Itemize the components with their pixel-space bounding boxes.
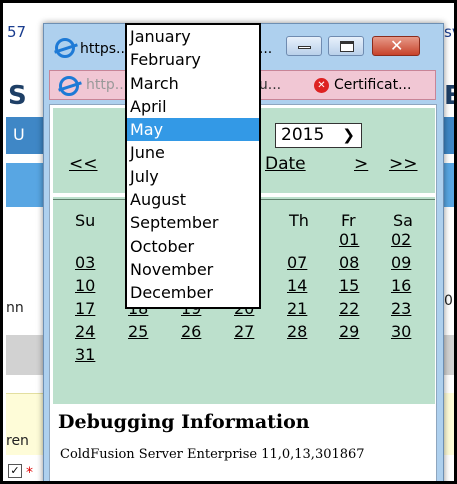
year-select-value: 2015 [281, 125, 325, 145]
today-date-link[interactable]: Date [265, 154, 306, 174]
background-heading-fragment: S [8, 81, 27, 111]
calendar-day[interactable]: 21 [287, 299, 307, 318]
background-label-fragment: 0 [444, 293, 453, 309]
calendar-day[interactable]: 28 [287, 322, 307, 341]
month-option[interactable]: October [127, 235, 259, 258]
background-label-fragment: ren [6, 433, 29, 449]
calendar-day[interactable]: 01 [339, 230, 359, 249]
internet-explorer-icon [59, 76, 79, 96]
calendar-day[interactable]: 24 [75, 322, 95, 341]
calendar-day[interactable]: 16 [391, 276, 411, 295]
minimize-button[interactable] [286, 36, 322, 56]
calendar-day[interactable]: 26 [181, 322, 201, 341]
calendar-day[interactable]: 23 [391, 299, 411, 318]
calendar-day[interactable]: 07 [287, 253, 307, 272]
calendar-day[interactable]: 10 [75, 276, 95, 295]
background-label-fragment: nn [6, 300, 24, 316]
debug-title: Debugging Information [58, 411, 310, 433]
debug-server-line: ColdFusion Server Enterprise 11,0,13,301… [60, 447, 365, 462]
next-month-link[interactable]: > [354, 154, 368, 174]
month-option[interactable]: April [127, 95, 259, 118]
weekday-header: Sa [393, 211, 413, 230]
month-option[interactable]: March [127, 72, 259, 95]
month-option[interactable]: November [127, 258, 259, 281]
background-heading-fragment: E [444, 81, 454, 111]
month-option[interactable]: September [127, 211, 259, 234]
calendar-day[interactable]: 27 [234, 322, 254, 341]
background-gray-band [6, 335, 43, 375]
address-url: http... [86, 77, 129, 93]
month-option[interactable]: February [127, 48, 259, 71]
background-gray-band [443, 335, 454, 375]
background-nav-bar [443, 117, 454, 154]
year-select[interactable]: 2015 ❯ [275, 123, 362, 148]
background-blue-band [443, 163, 454, 207]
calendar-day[interactable]: 29 [339, 322, 359, 341]
chevron-down-icon: ❯ [342, 126, 355, 144]
calendar-day[interactable]: 31 [75, 345, 95, 364]
next-year-link[interactable]: >> [389, 154, 418, 174]
calendar-day[interactable]: 30 [391, 322, 411, 341]
previous-year-link[interactable]: << [69, 154, 98, 174]
calendar-day[interactable]: 15 [339, 276, 359, 295]
calendar-day[interactable]: 14 [287, 276, 307, 295]
month-option[interactable]: December [127, 281, 259, 304]
minimize-icon [298, 46, 311, 49]
background-text-fragment: sv [444, 23, 454, 41]
month-option[interactable]: June [127, 141, 259, 164]
required-marker: * [26, 465, 33, 481]
close-button[interactable]: ✕ [372, 36, 420, 56]
background-text-fragment: 57 [7, 23, 27, 41]
background-nav-text: U [13, 125, 25, 144]
calendar-day[interactable]: 08 [339, 253, 359, 272]
screenshot-frame: 57 S U nn ren ✓ * sv E 0 Joined HUD Prog… [0, 0, 457, 484]
certificate-error-icon[interactable]: ✕ [314, 78, 329, 93]
background-blue-band [6, 163, 43, 207]
certificate-error-label[interactable]: Certificat... [334, 77, 411, 93]
calendar-day[interactable]: 09 [391, 253, 411, 272]
close-icon: ✕ [390, 36, 404, 55]
month-option[interactable]: January [127, 25, 259, 48]
month-dropdown-list[interactable]: January February March April May June Ju… [125, 23, 261, 309]
background-checkbox[interactable]: ✓ [8, 464, 22, 478]
weekday-header: Fr [341, 211, 356, 230]
internet-explorer-icon [55, 38, 75, 58]
maximize-icon [340, 41, 354, 52]
calendar-day[interactable]: 03 [75, 253, 95, 272]
month-option[interactable]: August [127, 188, 259, 211]
calendar-day[interactable]: 22 [339, 299, 359, 318]
maximize-button[interactable] [328, 36, 364, 56]
calendar-day[interactable]: 25 [128, 322, 148, 341]
calendar-day[interactable]: 02 [391, 230, 411, 249]
calendar-day[interactable]: 17 [75, 299, 95, 318]
weekday-header: Th [289, 211, 309, 230]
month-option-selected[interactable]: May [127, 118, 259, 142]
background-yellow-band [443, 393, 454, 455]
window-title: https... [80, 41, 130, 57]
month-option[interactable]: July [127, 165, 259, 188]
weekday-header: Su [75, 211, 96, 230]
